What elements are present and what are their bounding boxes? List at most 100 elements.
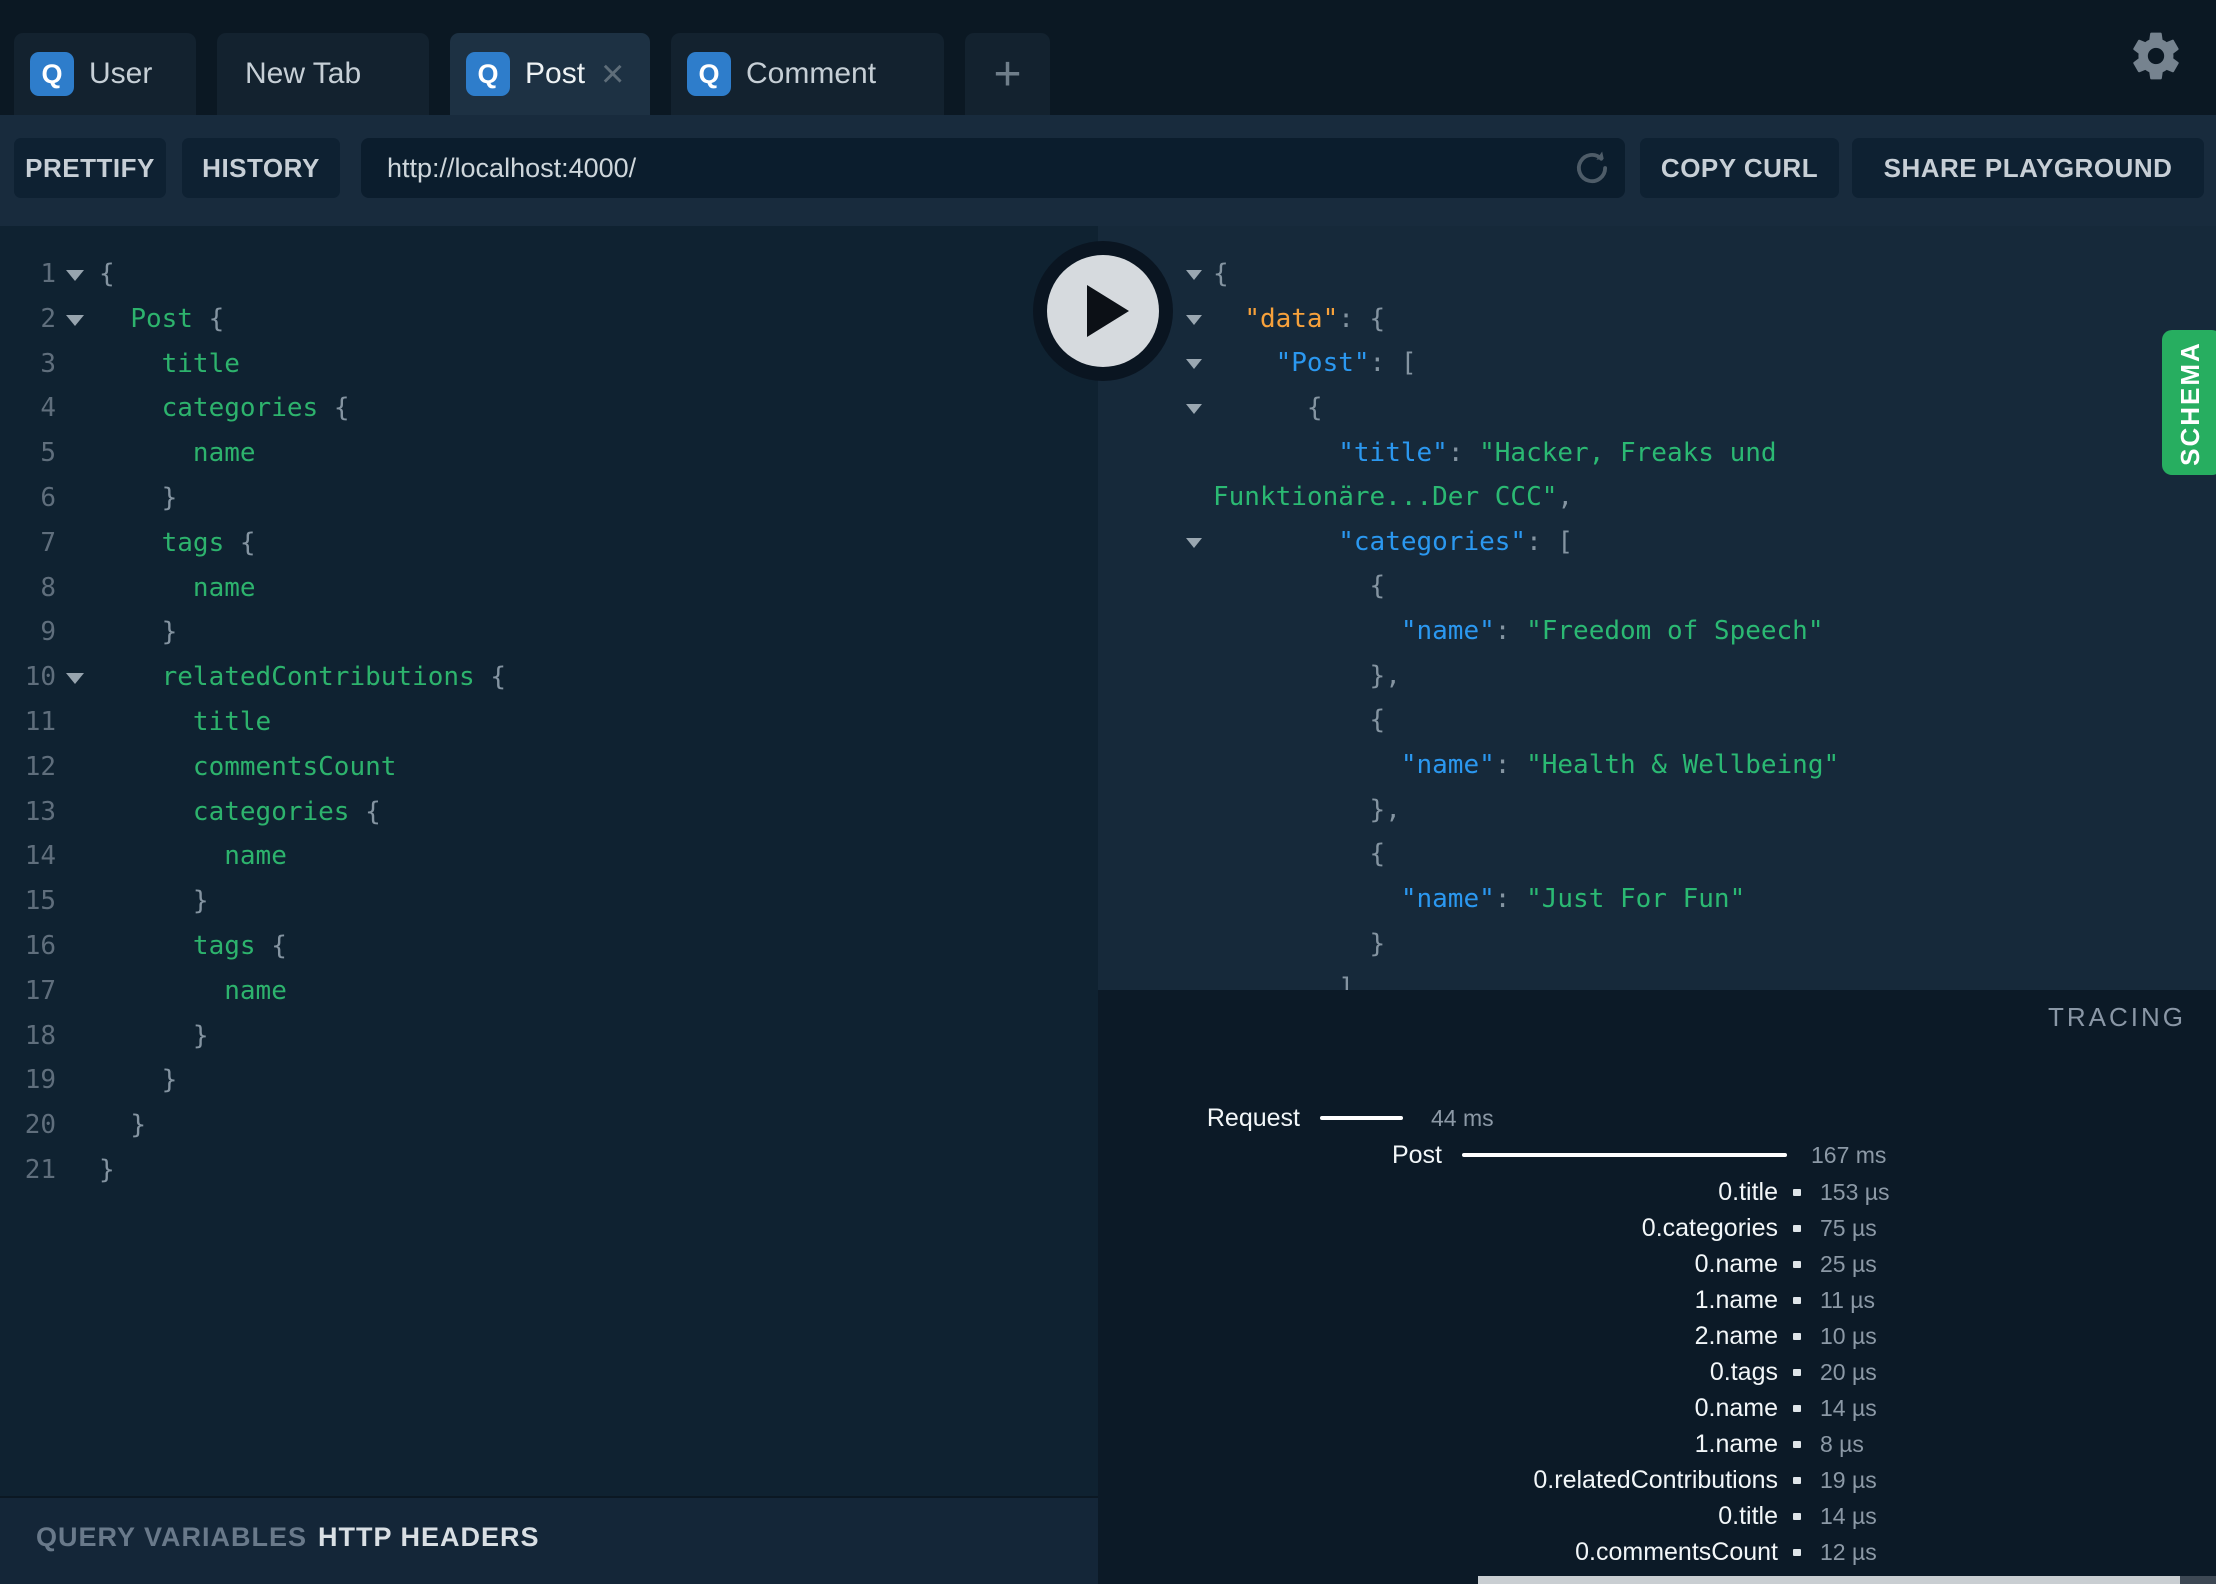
query-code: } — [99, 1058, 178, 1103]
graphql-field: title — [161, 348, 240, 379]
punctuation: } — [161, 482, 178, 513]
query-code: relatedContributions { — [99, 655, 506, 700]
tracing-panel[interactable]: TRACING Request 44 ms Post 167 ms 0.title 153… — [1098, 990, 2216, 1584]
query-line[interactable]: 21} — [0, 1148, 1098, 1193]
response-line: "title": "Hacker, Freaks und — [1098, 431, 2216, 476]
response-line: }, — [1098, 788, 2216, 833]
query-line[interactable]: 6 } — [0, 476, 1098, 521]
query-line[interactable]: 9 } — [0, 610, 1098, 655]
graphql-field: tags — [161, 527, 225, 558]
line-number: 2 — [40, 303, 56, 334]
prettify-button[interactable]: PRETTIFY — [14, 138, 166, 198]
schema-side-tab[interactable]: SCHEMA — [2162, 330, 2216, 475]
tab-new-tab[interactable]: New Tab — [217, 33, 429, 115]
tracing-row: Post 167 ms — [1098, 1137, 2216, 1173]
query-line[interactable]: 14 name — [0, 834, 1098, 879]
horizontal-scrollbar[interactable] — [1478, 1576, 2180, 1584]
share-playground-button[interactable]: SHARE PLAYGROUND — [1852, 138, 2204, 198]
punctuation: } — [161, 1065, 178, 1096]
response-code: }, — [1213, 654, 1401, 699]
chevron-down-icon[interactable] — [1186, 314, 1202, 325]
query-line[interactable]: 1{ — [0, 252, 1098, 297]
punctuation: : — [1494, 616, 1527, 647]
tracing-duration: 20 µs — [1820, 1358, 1877, 1385]
line-number: 18 — [24, 1020, 56, 1051]
tracing-duration: 12 µs — [1820, 1538, 1877, 1565]
query-line[interactable]: 2 Post { — [0, 297, 1098, 342]
settings-button[interactable] — [2128, 28, 2184, 84]
chevron-down-icon[interactable] — [1186, 403, 1202, 414]
endpoint-url-input[interactable] — [361, 138, 1625, 198]
punctuation: { — [474, 662, 507, 693]
line-number: 13 — [24, 796, 56, 827]
response-pane: { "data": { "Post": [ { "title": "Hacker… — [1098, 226, 2216, 990]
query-code: { — [99, 252, 115, 297]
query-line[interactable]: 20 } — [0, 1103, 1098, 1148]
tab-comment[interactable]: Q Comment — [671, 33, 944, 115]
tracing-label: 0.title — [1718, 1501, 1778, 1530]
query-editor-pane[interactable]: 1{2 Post {3 title 4 categories {5 name 6 }… — [0, 226, 1098, 1496]
query-line[interactable]: 17 name — [0, 969, 1098, 1014]
new-tab-button[interactable]: + — [965, 33, 1050, 115]
response-line: "name": "Just For Fun" — [1098, 877, 2216, 922]
query-line[interactable]: 13 categories { — [0, 790, 1098, 835]
chevron-down-icon[interactable] — [66, 314, 84, 326]
punctuation: { — [192, 303, 225, 334]
tracing-label: Request — [1206, 1103, 1300, 1132]
query-variables-tab[interactable]: QUERY VARIABLES — [36, 1522, 307, 1553]
tracing-duration: 14 µs — [1820, 1394, 1877, 1421]
response-code: { — [1213, 698, 1386, 743]
tracing-dot — [1793, 1296, 1801, 1304]
query-line[interactable]: 4 categories { — [0, 386, 1098, 431]
response-code: "data": { — [1213, 297, 1385, 342]
query-line[interactable]: 3 title — [0, 342, 1098, 387]
punctuation: { — [1306, 392, 1323, 423]
response-line: { — [1098, 564, 2216, 609]
line-number: 12 — [24, 751, 56, 782]
response-line: { — [1098, 698, 2216, 743]
tab-post[interactable]: Q Post × — [450, 33, 650, 115]
execute-query-button[interactable] — [1033, 241, 1173, 381]
tracing-label: 1.name — [1694, 1429, 1778, 1458]
punctuation: : — [1494, 750, 1527, 781]
tab-user[interactable]: Q User — [14, 33, 196, 115]
chevron-down-icon[interactable] — [1186, 270, 1202, 280]
reload-button[interactable] — [1571, 147, 1613, 189]
punctuation: } — [99, 1154, 115, 1185]
chevron-down-icon[interactable] — [1186, 359, 1202, 370]
query-code: } — [99, 476, 178, 521]
line-number: 7 — [40, 527, 56, 558]
line-number: 1 — [40, 259, 56, 289]
query-line[interactable]: 16 tags { — [0, 924, 1098, 969]
chevron-down-icon[interactable] — [66, 673, 84, 685]
tracing-dot — [1793, 1332, 1801, 1340]
chevron-down-icon[interactable] — [1186, 537, 1202, 548]
json-string-value: Funktionäre...Der CCC" — [1213, 482, 1558, 513]
tracing-row: 0.tags 20 µs — [1098, 1354, 2216, 1390]
query-line[interactable]: 18 } — [0, 1014, 1098, 1059]
tracing-label: 0.relatedContributions — [1533, 1465, 1778, 1494]
close-icon[interactable]: × — [601, 54, 624, 94]
chevron-down-icon[interactable] — [66, 270, 84, 281]
http-headers-tab[interactable]: HTTP HEADERS — [318, 1522, 540, 1553]
query-line[interactable]: 11 title — [0, 700, 1098, 745]
line-number: 3 — [40, 348, 56, 379]
json-key: "name" — [1400, 883, 1495, 914]
copy-curl-button[interactable]: COPY CURL — [1640, 138, 1839, 198]
schema-tab-label: SCHEMA — [2175, 341, 2205, 466]
punctuation: : — [1494, 883, 1527, 914]
json-key: "data" — [1244, 303, 1339, 334]
query-line[interactable]: 19 } — [0, 1058, 1098, 1103]
query-line[interactable]: 5 name — [0, 431, 1098, 476]
query-line[interactable]: 12 commentsCount — [0, 745, 1098, 790]
query-badge: Q — [687, 52, 731, 96]
query-line[interactable]: 15 } — [0, 879, 1098, 924]
query-code: name — [99, 431, 256, 476]
tracing-duration: 44 ms — [1431, 1104, 1494, 1131]
query-line[interactable]: 7 tags { — [0, 521, 1098, 566]
tracing-label: 2.name — [1694, 1321, 1778, 1350]
query-line[interactable]: 8 name — [0, 566, 1098, 611]
tracing-row: 0.relatedContributions 19 µs — [1098, 1462, 2216, 1498]
history-button[interactable]: HISTORY — [182, 138, 340, 198]
query-line[interactable]: 10 relatedContributions { — [0, 655, 1098, 700]
